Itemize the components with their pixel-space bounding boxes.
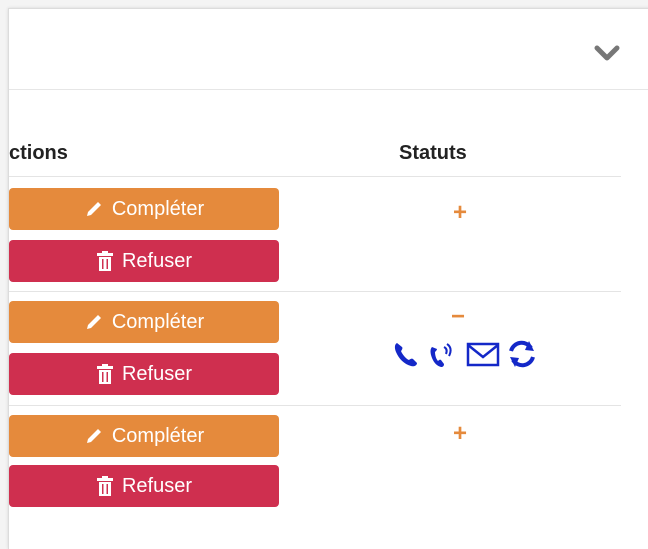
status-minus[interactable]: − xyxy=(451,305,465,329)
refresh-icon[interactable] xyxy=(506,339,538,369)
refuse-button[interactable]: Refuser xyxy=(9,465,279,507)
refuse-button-label: Refuser xyxy=(121,362,193,385)
trash-icon xyxy=(96,476,114,496)
refuse-button-label: Refuser xyxy=(121,249,193,272)
trash-icon xyxy=(96,364,114,384)
column-header-statuts: Statuts xyxy=(399,142,467,164)
complete-button[interactable]: Compléter xyxy=(9,415,279,457)
envelope-icon[interactable] xyxy=(466,339,500,369)
pencil-icon xyxy=(84,312,104,332)
trash-icon xyxy=(96,251,114,271)
complete-button[interactable]: Compléter xyxy=(9,188,279,230)
pencil-icon xyxy=(84,426,104,446)
complete-button[interactable]: Compléter xyxy=(9,301,279,343)
status-plus[interactable]: + xyxy=(453,201,467,225)
complete-button-label: Compléter xyxy=(111,197,205,220)
status-icons xyxy=(392,339,572,373)
panel-header xyxy=(9,9,648,90)
row-divider xyxy=(9,291,621,292)
complete-button-label: Compléter xyxy=(111,424,205,447)
status-plus[interactable]: + xyxy=(453,422,467,446)
row-divider xyxy=(9,405,621,406)
refuse-button[interactable]: Refuser xyxy=(9,240,279,282)
phone-icon[interactable] xyxy=(392,339,418,369)
pencil-icon xyxy=(84,199,104,219)
phone-ringing-icon[interactable] xyxy=(428,339,460,369)
complete-button-label: Compléter xyxy=(111,310,205,333)
refuse-button-label: Refuser xyxy=(121,474,193,497)
column-header-actions: ctions xyxy=(9,142,68,164)
refuse-button[interactable]: Refuser xyxy=(9,353,279,395)
row-divider xyxy=(9,176,621,177)
panel: ctions Statuts Compléter Refuser + Compl… xyxy=(8,8,648,549)
chevron-down-icon[interactable] xyxy=(594,45,620,63)
